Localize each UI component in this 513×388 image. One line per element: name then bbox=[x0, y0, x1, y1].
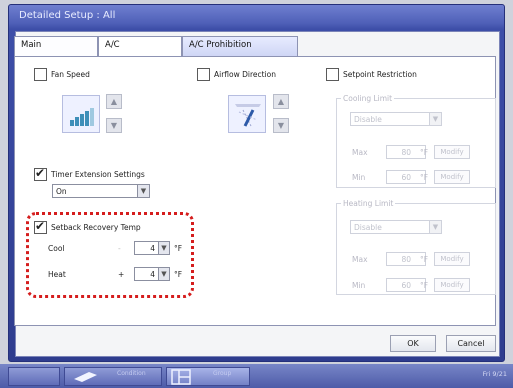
timer-extension-label: Timer Extension Settings bbox=[51, 170, 145, 179]
screen: Detailed Setup : All Main A/C A/C Prohib… bbox=[0, 0, 513, 388]
cooling-max-unit: °F bbox=[420, 148, 429, 157]
taskbar-home-button[interactable] bbox=[8, 367, 60, 386]
cooling-limit-mode-select[interactable]: Disable ▼ bbox=[350, 112, 442, 126]
cooling-max-modify-button[interactable]: Modify bbox=[434, 145, 470, 159]
timer-extension-value: On bbox=[56, 187, 67, 196]
airflow-louver-icon bbox=[228, 95, 266, 133]
tab-bar: Main A/C A/C Prohibition bbox=[14, 36, 298, 56]
highlight-annotation bbox=[26, 212, 194, 298]
heating-min-value: 60 bbox=[401, 281, 411, 290]
timer-extension-select[interactable]: On ▼ bbox=[52, 184, 150, 198]
airflow-down-button[interactable]: ▼ bbox=[273, 118, 289, 133]
cooling-min-label: Min bbox=[352, 173, 366, 182]
fan-speed-down-button[interactable]: ▼ bbox=[106, 118, 122, 133]
cooling-limit-label: Cooling Limit bbox=[341, 94, 395, 103]
fan-speed-checkbox[interactable] bbox=[34, 68, 47, 81]
tab-ac-prohibition[interactable]: A/C Prohibition bbox=[182, 36, 298, 56]
chevron-down-icon: ▼ bbox=[429, 221, 441, 233]
airflow-direction-label: Airflow Direction bbox=[214, 70, 277, 79]
taskbar-condition-button[interactable]: Condition bbox=[64, 367, 162, 386]
taskbar-condition-label: Condition bbox=[117, 370, 146, 377]
window-title: Detailed Setup : All bbox=[19, 10, 116, 21]
cancel-button[interactable]: Cancel bbox=[446, 335, 496, 352]
group-layout-icon bbox=[171, 369, 191, 385]
tab-main[interactable]: Main bbox=[14, 36, 98, 56]
airflow-direction-checkbox[interactable] bbox=[197, 68, 210, 81]
cooling-max-label: Max bbox=[352, 148, 368, 157]
condition-icon bbox=[74, 372, 97, 382]
cooling-min-modify-button[interactable]: Modify bbox=[434, 170, 470, 184]
fan-speed-label: Fan Speed bbox=[51, 70, 90, 79]
timer-extension-checkbox[interactable] bbox=[34, 166, 47, 181]
taskbar: Condition Group Fri 9/21 bbox=[0, 364, 513, 388]
cooling-min-unit: °F bbox=[420, 173, 429, 182]
fan-speed-icon bbox=[62, 95, 100, 133]
heating-min-label: Min bbox=[352, 281, 366, 290]
heating-limit-mode-select[interactable]: Disable ▼ bbox=[350, 220, 442, 234]
taskbar-group-label: Group bbox=[213, 370, 232, 377]
cooling-limit-mode-value: Disable bbox=[354, 115, 382, 124]
airflow-up-button[interactable]: ▲ bbox=[273, 94, 289, 109]
cooling-max-value: 80 bbox=[401, 148, 411, 157]
heating-max-unit: °F bbox=[420, 255, 429, 264]
taskbar-clock: Fri 9/21 bbox=[482, 370, 507, 378]
heating-max-modify-button[interactable]: Modify bbox=[434, 252, 470, 266]
ok-button[interactable]: OK bbox=[390, 335, 436, 352]
tab-ac[interactable]: A/C bbox=[98, 36, 182, 56]
setpoint-restriction-label: Setpoint Restriction bbox=[343, 70, 417, 79]
chevron-down-icon: ▼ bbox=[137, 185, 149, 197]
heating-min-modify-button[interactable]: Modify bbox=[434, 278, 470, 292]
cooling-min-value: 60 bbox=[401, 173, 411, 182]
heating-min-unit: °F bbox=[420, 281, 429, 290]
heating-limit-label: Heating Limit bbox=[341, 199, 396, 208]
chevron-down-icon: ▼ bbox=[429, 113, 441, 125]
heating-max-value: 80 bbox=[401, 255, 411, 264]
setpoint-restriction-checkbox[interactable] bbox=[326, 68, 339, 81]
fan-speed-up-button[interactable]: ▲ bbox=[106, 94, 122, 109]
taskbar-group-button[interactable]: Group bbox=[166, 367, 250, 386]
heating-limit-mode-value: Disable bbox=[354, 223, 382, 232]
heating-max-label: Max bbox=[352, 255, 368, 264]
